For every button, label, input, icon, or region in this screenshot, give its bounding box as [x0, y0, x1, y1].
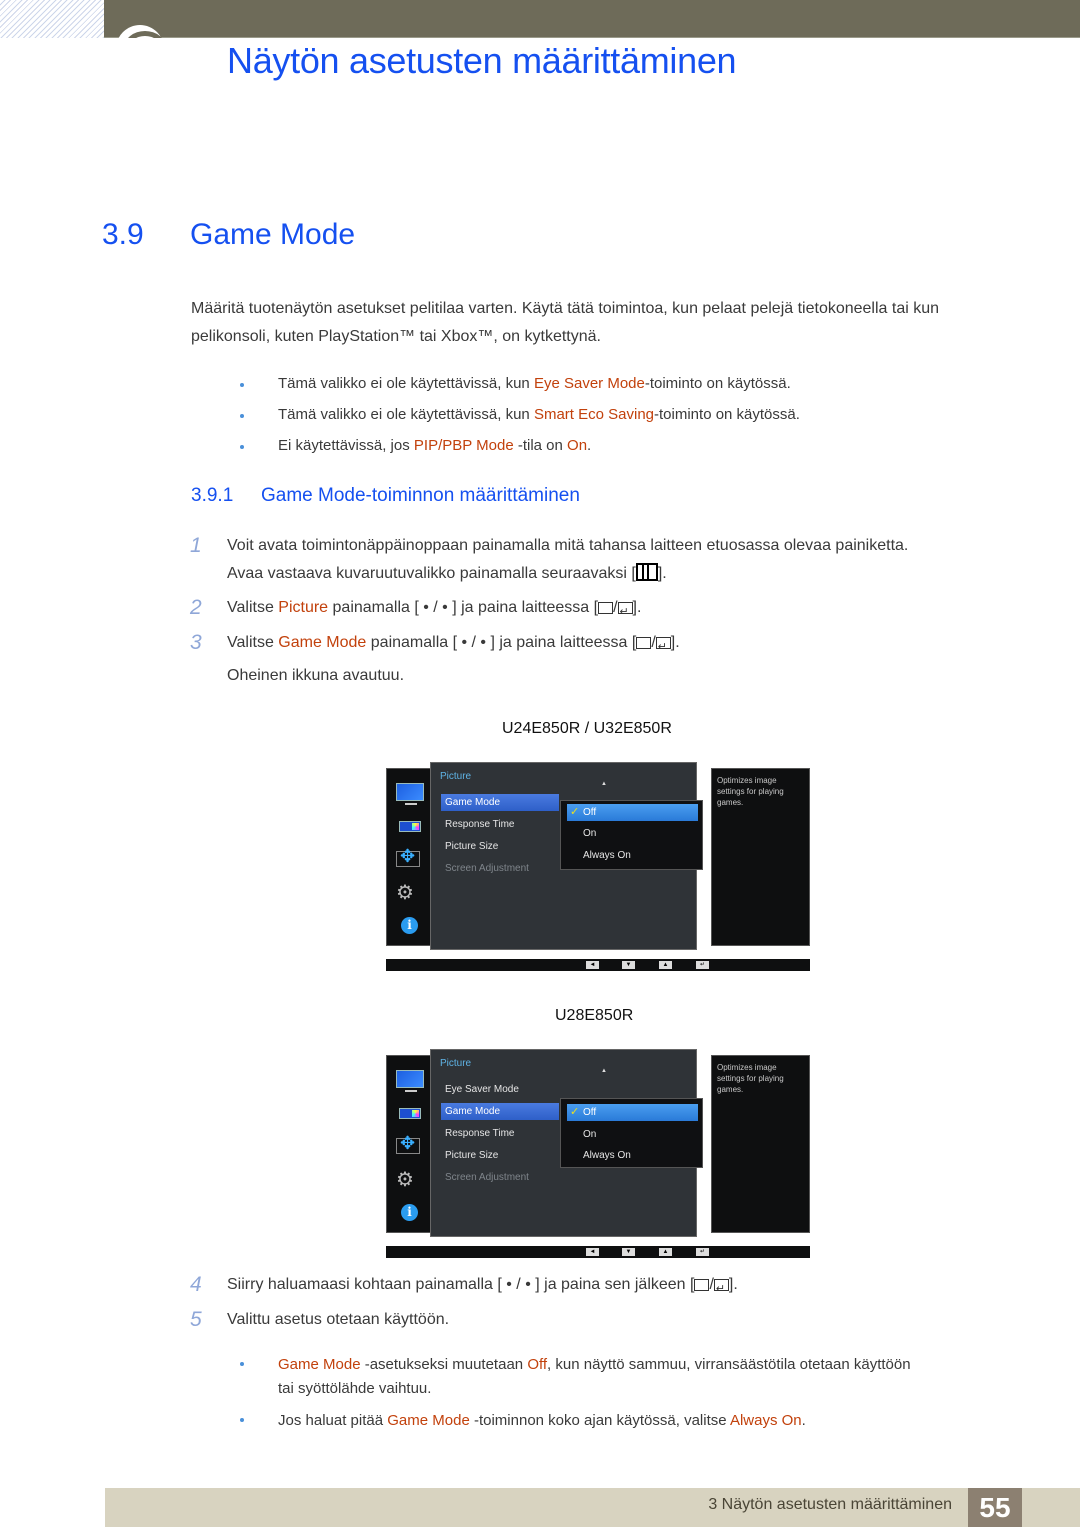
osd-icon-bar: ⚙ i: [386, 768, 432, 946]
picture-monitor-icon: [396, 1070, 424, 1092]
up-button-icon[interactable]: ▲: [659, 961, 672, 969]
osd-option[interactable]: ✓ Off: [567, 1104, 698, 1121]
source-button-icon: [598, 602, 614, 614]
osd-menu-item[interactable]: Eye Saver Mode: [441, 1081, 559, 1098]
size-position-icon: [396, 846, 420, 867]
osd-category: Picture: [440, 771, 472, 782]
step-1: 1 Voit avata toimintonäppäinoppaan paina…: [190, 534, 909, 582]
picture-monitor-icon: [396, 783, 424, 805]
osd-option[interactable]: Always On: [567, 1147, 698, 1164]
header-hatch-decoration: [0, 0, 104, 38]
osd-help-panel: Optimizes image settings for playing gam…: [711, 768, 810, 946]
osd-icon-bar: ⚙ i: [386, 1055, 432, 1233]
note-item: Tämä valikko ei ole käytettävissä, kun S…: [240, 405, 800, 425]
osd-menu-item[interactable]: Response Time: [441, 816, 559, 833]
osd-button-bar: ◄ ▼ ▲ ↵: [386, 959, 810, 971]
scroll-up-icon: ▲: [601, 1068, 607, 1074]
osd-options-dropdown: ✓ Off On Always On: [560, 800, 703, 870]
subsection-number: 3.9.1: [191, 485, 234, 506]
intro-line: Määritä tuotenäytön asetukset pelitilaa …: [191, 300, 940, 317]
osd-menu-panel: Picture ▲ Eye Saver Mode Game Mode Respo…: [430, 1049, 703, 1237]
step-2: 2 Valitse Picture painamalla [ • / • ] j…: [190, 594, 1020, 626]
osd-button-bar: ◄ ▼ ▲ ↵: [386, 1246, 810, 1258]
step-4: 4 Siirry haluamaasi kohtaan painamalla […: [190, 1271, 1020, 1303]
step-number: 2: [190, 596, 202, 619]
osd-screenshot-1: ⚙ i Picture ▲ Game Mode Response Time Pi…: [386, 762, 810, 972]
note-item: Ei käytettävissä, jos PIP/PBP Mode -tila…: [240, 436, 800, 456]
source-button-icon: [636, 637, 652, 649]
step-number: 3: [190, 631, 202, 654]
info-icon: i: [401, 1204, 418, 1221]
section-title-text: Game Mode: [190, 218, 356, 251]
check-icon: ✓: [570, 806, 580, 818]
chapter-number-badge: [116, 25, 164, 38]
scroll-up-icon: ▲: [601, 781, 607, 787]
osd-menu-panel: Picture ▲ Game Mode Response Time Pictur…: [430, 762, 703, 950]
down-button-icon[interactable]: ▼: [622, 1248, 635, 1256]
subsection-title-text: Game Mode-toiminnon määrittäminen: [261, 485, 580, 506]
section-title: 3.9 Game Mode: [102, 218, 355, 252]
osd-help-panel: Optimizes image settings for playing gam…: [711, 1055, 810, 1233]
header-bar: [104, 0, 1080, 38]
page-footer: 3 Näytön asetusten määrittäminen: [105, 1488, 1080, 1527]
size-position-icon: [396, 1133, 420, 1154]
intro-paragraph: Määritä tuotenäytön asetukset pelitilaa …: [191, 295, 1021, 351]
section-number: 3.9: [102, 218, 144, 251]
page-number: 55: [968, 1488, 1022, 1527]
note-item: Jos haluat pitää Game Mode -toiminnon ko…: [240, 1409, 1020, 1433]
left-button-icon[interactable]: ◄: [586, 1248, 599, 1256]
chapter-title: Näytön asetusten määrittäminen: [227, 40, 737, 81]
up-button-icon[interactable]: ▲: [659, 1248, 672, 1256]
step-3: 3 Valitse Game Mode painamalla [ • / • ]…: [190, 629, 1020, 690]
enter-button-icon[interactable]: ↵: [696, 1248, 709, 1256]
osd-menu-item[interactable]: Game Mode: [441, 794, 559, 811]
source-button-icon: [694, 1279, 710, 1291]
step-number: 5: [190, 1308, 202, 1331]
model-label: U24E850R / U32E850R: [502, 720, 672, 737]
info-icon: i: [401, 917, 418, 934]
enter-button-icon: [617, 598, 633, 626]
osd-screenshot-2: ⚙ i Picture ▲ Eye Saver Mode Game Mode R…: [386, 1049, 810, 1259]
model-label: U28E850R: [555, 1007, 634, 1024]
osd-options-dropdown: ✓ Off On Always On: [560, 1098, 703, 1168]
osd-menu-item[interactable]: Screen Adjustment: [441, 860, 559, 877]
gear-icon: ⚙: [396, 1169, 414, 1191]
osd-menu-item[interactable]: Response Time: [441, 1125, 559, 1142]
color-icon: [399, 1108, 421, 1119]
subsection-title: 3.9.1 Game Mode-toiminnon määrittäminen: [191, 485, 580, 507]
osd-option[interactable]: ✓ Off: [567, 804, 698, 821]
notes-list: Tämä valikko ei ole käytettävissä, kun E…: [240, 374, 800, 456]
osd-option[interactable]: Always On: [567, 847, 698, 864]
menu-button-icon: [635, 563, 658, 581]
note-item: Game Mode -asetukseksi muutetaan Off, ku…: [240, 1353, 1020, 1401]
gear-icon: ⚙: [396, 882, 414, 904]
osd-menu-item[interactable]: Picture Size: [441, 838, 559, 855]
step-number: 4: [190, 1273, 202, 1296]
osd-category: Picture: [440, 1058, 472, 1069]
step-number: 1: [190, 534, 202, 557]
check-icon: ✓: [570, 1106, 580, 1118]
down-button-icon[interactable]: ▼: [622, 961, 635, 969]
osd-option[interactable]: On: [567, 825, 698, 842]
enter-button-icon: [655, 633, 671, 661]
enter-button-icon: [713, 1275, 729, 1303]
note-item: Tämä valikko ei ole käytettävissä, kun E…: [240, 374, 800, 394]
color-icon: [399, 821, 421, 832]
footer-chapter-text: 3 Näytön asetusten määrittäminen: [708, 1496, 952, 1513]
enter-button-icon[interactable]: ↵: [696, 961, 709, 969]
osd-option[interactable]: On: [567, 1126, 698, 1143]
final-notes-list: Game Mode -asetukseksi muutetaan Off, ku…: [240, 1353, 1020, 1433]
step-5: 5 Valittu asetus otetaan käyttöön.: [190, 1306, 1020, 1334]
intro-line: pelikonsoli, kuten PlayStation™ tai Xbox…: [191, 328, 601, 345]
osd-menu-item[interactable]: Picture Size: [441, 1147, 559, 1164]
osd-menu-item[interactable]: Game Mode: [441, 1103, 559, 1120]
left-button-icon[interactable]: ◄: [586, 961, 599, 969]
osd-menu-item[interactable]: Screen Adjustment: [441, 1169, 559, 1186]
